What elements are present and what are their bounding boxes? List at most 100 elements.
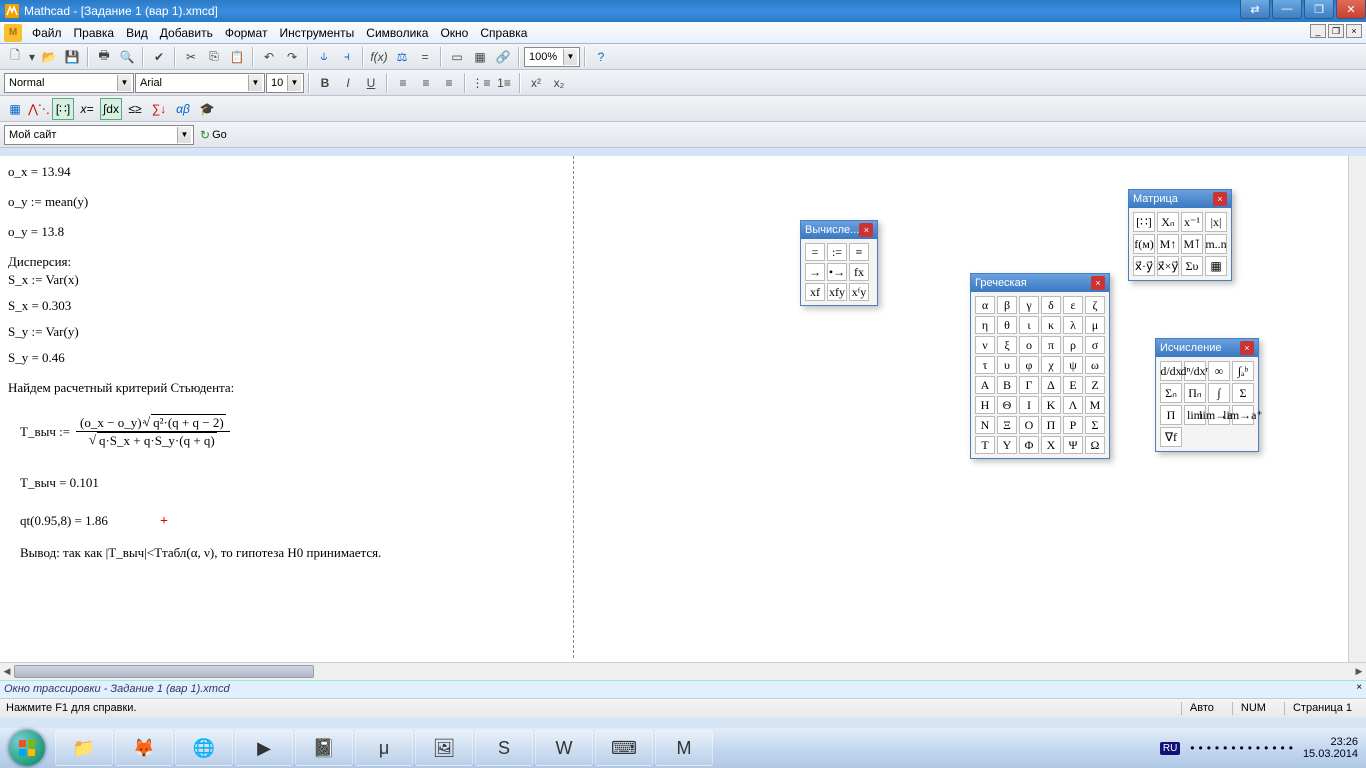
tray-icon-shield2[interactable]: • <box>1256 741 1260 755</box>
matrix-palette-icon[interactable]: [∷] <box>52 98 74 120</box>
new-button[interactable]: 🗋 <box>4 46 26 68</box>
menu-insert[interactable]: Добавить <box>154 24 219 42</box>
greek-cell[interactable]: Χ <box>1041 436 1061 454</box>
task-item-wmp[interactable]: ▶ <box>235 730 293 766</box>
greek-cell[interactable]: Υ <box>997 436 1017 454</box>
task-item-firefox[interactable]: 🦊 <box>115 730 173 766</box>
greek-palette-icon[interactable]: αβ <box>172 98 194 120</box>
greek-cell[interactable]: η <box>975 316 995 334</box>
save-button[interactable]: 💾 <box>61 46 83 68</box>
close-button[interactable]: ✕ <box>1336 0 1366 19</box>
paste-button[interactable]: 📋 <box>226 46 248 68</box>
eval-cell[interactable]: := <box>827 243 847 261</box>
align-button[interactable]: ⫝ <box>313 46 335 68</box>
boolean-palette-icon[interactable]: ≤≥ <box>124 98 146 120</box>
greek-cell[interactable]: κ <box>1041 316 1061 334</box>
matrix-cell[interactable]: Xₙ <box>1157 212 1179 232</box>
redo-button[interactable]: ↷ <box>281 46 303 68</box>
calc-cell[interactable]: Πₙ <box>1184 383 1206 403</box>
mdi-close[interactable]: × <box>1346 24 1362 38</box>
mdi-minimize[interactable]: _ <box>1310 24 1326 38</box>
tray-language[interactable]: RU <box>1160 742 1180 755</box>
matrix-cell[interactable]: x⁻¹ <box>1181 212 1203 232</box>
calc-cell[interactable]: d/dx <box>1160 361 1182 381</box>
calc-cell[interactable]: lim→a⁺ <box>1232 405 1254 425</box>
greek-cell[interactable]: θ <box>997 316 1017 334</box>
task-item-word[interactable]: W <box>535 730 593 766</box>
task-item-keyboard[interactable]: ⌨ <box>595 730 653 766</box>
task-item-utorrent[interactable]: μ <box>355 730 413 766</box>
insert-obj-button[interactable]: ▦ <box>469 46 491 68</box>
italic-button[interactable]: I <box>337 72 359 94</box>
matrix-cell[interactable]: m..n <box>1205 234 1227 254</box>
calc-button[interactable]: = <box>414 46 436 68</box>
task-item-mathcad[interactable]: M <box>655 730 713 766</box>
trace-close-icon[interactable]: × <box>1356 682 1362 693</box>
eval-palette-icon[interactable]: x= <box>76 98 98 120</box>
panel-calculus[interactable]: Исчисление× d/dxdⁿ/dxⁿ∞∫ₐᵇΣₙΠₙ∫ΣΠlimlim→… <box>1155 338 1259 452</box>
greek-cell[interactable]: ξ <box>997 336 1017 354</box>
copy-button[interactable]: ⎘ <box>203 46 225 68</box>
greek-cell[interactable]: α <box>975 296 995 314</box>
calc-cell[interactable]: ∞ <box>1208 361 1230 381</box>
underline-button[interactable]: U <box>360 72 382 94</box>
calc-cell[interactable]: dⁿ/dxⁿ <box>1184 361 1206 381</box>
mdi-restore[interactable]: ❐ <box>1328 24 1344 38</box>
task-item-folder[interactable]: 📁 <box>55 730 113 766</box>
tray-icon-Ru[interactable]: • <box>1240 741 1244 755</box>
eval-cell[interactable]: xf <box>805 283 825 301</box>
vertical-scrollbar[interactable] <box>1348 156 1366 662</box>
hscroll-thumb[interactable] <box>14 665 314 678</box>
align-left-button[interactable]: ≡ <box>392 72 414 94</box>
tray-icon-snd[interactable]: • <box>1281 741 1285 755</box>
matrix-cell[interactable]: M⊺ <box>1181 234 1203 254</box>
eval-cell[interactable]: xfy <box>827 283 847 301</box>
menu-view[interactable]: Вид <box>120 24 154 42</box>
greek-cell[interactable]: π <box>1041 336 1061 354</box>
greek-cell[interactable]: Ε <box>1063 376 1083 394</box>
tray-icon-gear2[interactable]: • <box>1223 741 1227 755</box>
calculator-icon[interactable]: ▦ <box>4 98 26 120</box>
greek-cell[interactable]: Γ <box>1019 376 1039 394</box>
panel-eval-close-icon[interactable]: × <box>859 223 873 237</box>
panel-greek[interactable]: Греческая× αβγδεζηθικλμνξοπρστυφχψωΑΒΓΔΕ… <box>970 273 1110 459</box>
tray-icon-μ[interactable]: • <box>1231 741 1235 755</box>
eval-cell[interactable]: •→ <box>827 263 847 281</box>
greek-cell[interactable]: Φ <box>1019 436 1039 454</box>
minimize-button[interactable]: — <box>1272 0 1302 19</box>
matrix-cell[interactable]: f(м) <box>1133 234 1155 254</box>
graph-icon[interactable]: ⋀⋱ <box>28 98 50 120</box>
greek-cell[interactable]: λ <box>1063 316 1083 334</box>
panel-calc-close-icon[interactable]: × <box>1240 341 1254 355</box>
menu-help[interactable]: Справка <box>474 24 533 42</box>
menu-file[interactable]: Файл <box>26 24 68 42</box>
spell-button[interactable]: ✔ <box>148 46 170 68</box>
greek-cell[interactable]: Ι <box>1019 396 1039 414</box>
eval-cell[interactable]: xᶠy <box>849 283 869 301</box>
matrix-cell[interactable]: x⃗·y⃗ <box>1133 256 1155 276</box>
greek-cell[interactable]: Τ <box>975 436 995 454</box>
hscroll-left-icon[interactable]: ◀ <box>0 663 14 680</box>
greek-cell[interactable]: Λ <box>1063 396 1083 414</box>
greek-cell[interactable]: φ <box>1019 356 1039 374</box>
help-button[interactable]: ? <box>590 46 612 68</box>
greek-cell[interactable]: Ψ <box>1063 436 1083 454</box>
component-button[interactable]: ▭ <box>446 46 468 68</box>
matrix-cell[interactable]: x⃗×y⃗ <box>1157 256 1179 276</box>
panel-greek-close-icon[interactable]: × <box>1091 276 1105 290</box>
align2-button[interactable]: ⫞ <box>336 46 358 68</box>
eval-cell[interactable]: ≡ <box>849 243 869 261</box>
greek-cell[interactable]: β <box>997 296 1017 314</box>
tray-icon-cal[interactable]: • <box>1264 741 1268 755</box>
print-button[interactable]: 🖶 <box>93 46 115 68</box>
open-button[interactable]: 📂 <box>38 46 60 68</box>
unit-button[interactable]: ⚖ <box>391 46 413 68</box>
bold-button[interactable]: B <box>314 72 336 94</box>
eval-cell[interactable]: → <box>805 263 825 281</box>
expr-ox-result[interactable]: o_x = 13.94 <box>8 164 1358 180</box>
style-combo[interactable]: Normal▼ <box>4 73 134 93</box>
menu-window[interactable]: Окно <box>434 24 474 42</box>
eval-cell[interactable]: = <box>805 243 825 261</box>
eval-cell[interactable]: fx <box>849 263 869 281</box>
bullets-button[interactable]: ⋮≡ <box>470 72 492 94</box>
